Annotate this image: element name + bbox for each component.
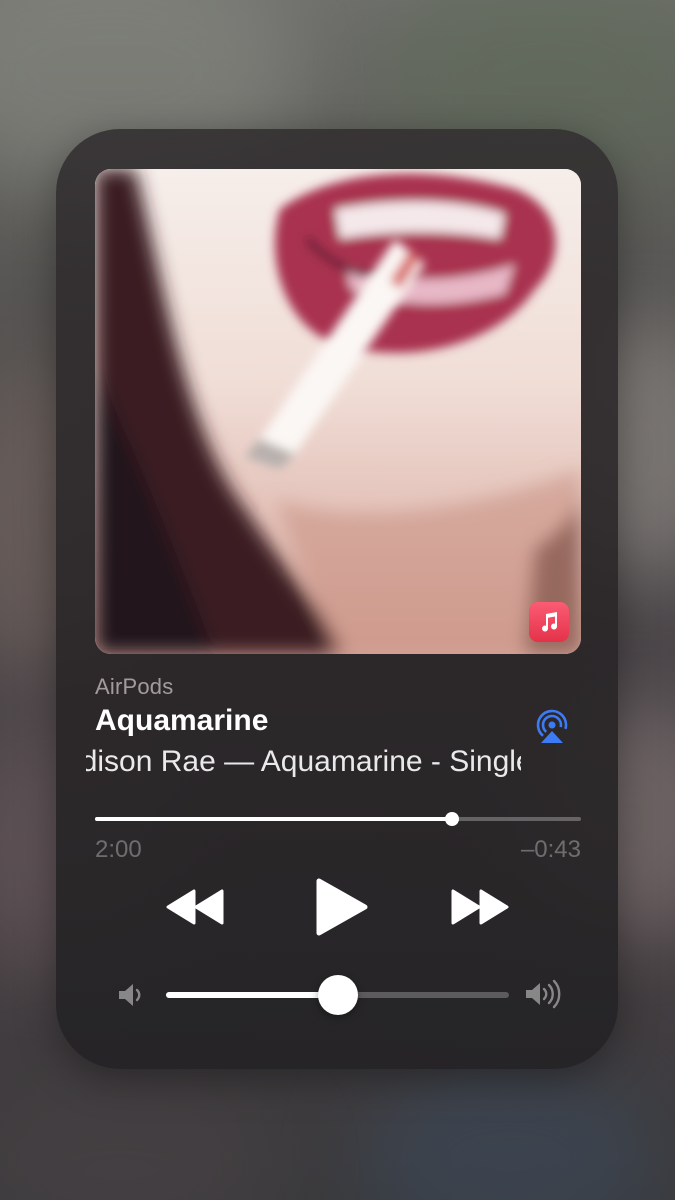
album-artwork[interactable] [95,169,581,654]
volume-slider-handle[interactable] [317,975,358,1015]
play-icon [316,878,368,936]
now-playing-card: AirPods Aquamarine Addison Rae — Aquamar… [56,129,618,1069]
volume-slider[interactable] [166,975,509,1015]
next-track-button[interactable] [449,889,509,925]
track-title: Aquamarine [95,704,269,737]
album-artwork-image [95,169,581,654]
playback-progress-fill [95,817,453,821]
track-subtitle-marquee: Addison Rae — Aquamarine - Single [86,745,521,789]
rewind-icon [166,889,224,925]
airplay-audio-icon[interactable] [532,709,572,745]
speaker-high-icon [524,979,564,1009]
speaker-low-icon [116,981,146,1009]
playback-scrubber[interactable] [95,812,581,826]
elapsed-time: 2:00 [95,836,142,863]
remaining-time: –0:43 [520,836,581,863]
track-subtitle: Addison Rae — Aquamarine - Single [86,745,521,778]
previous-track-button[interactable] [166,889,226,925]
volume-level-fill [166,992,338,998]
output-device-label: AirPods [95,674,174,699]
fast-forward-icon [451,889,509,925]
playback-scrubber-handle[interactable] [445,812,460,826]
apple-music-icon [529,602,569,642]
play-button[interactable] [313,877,369,937]
